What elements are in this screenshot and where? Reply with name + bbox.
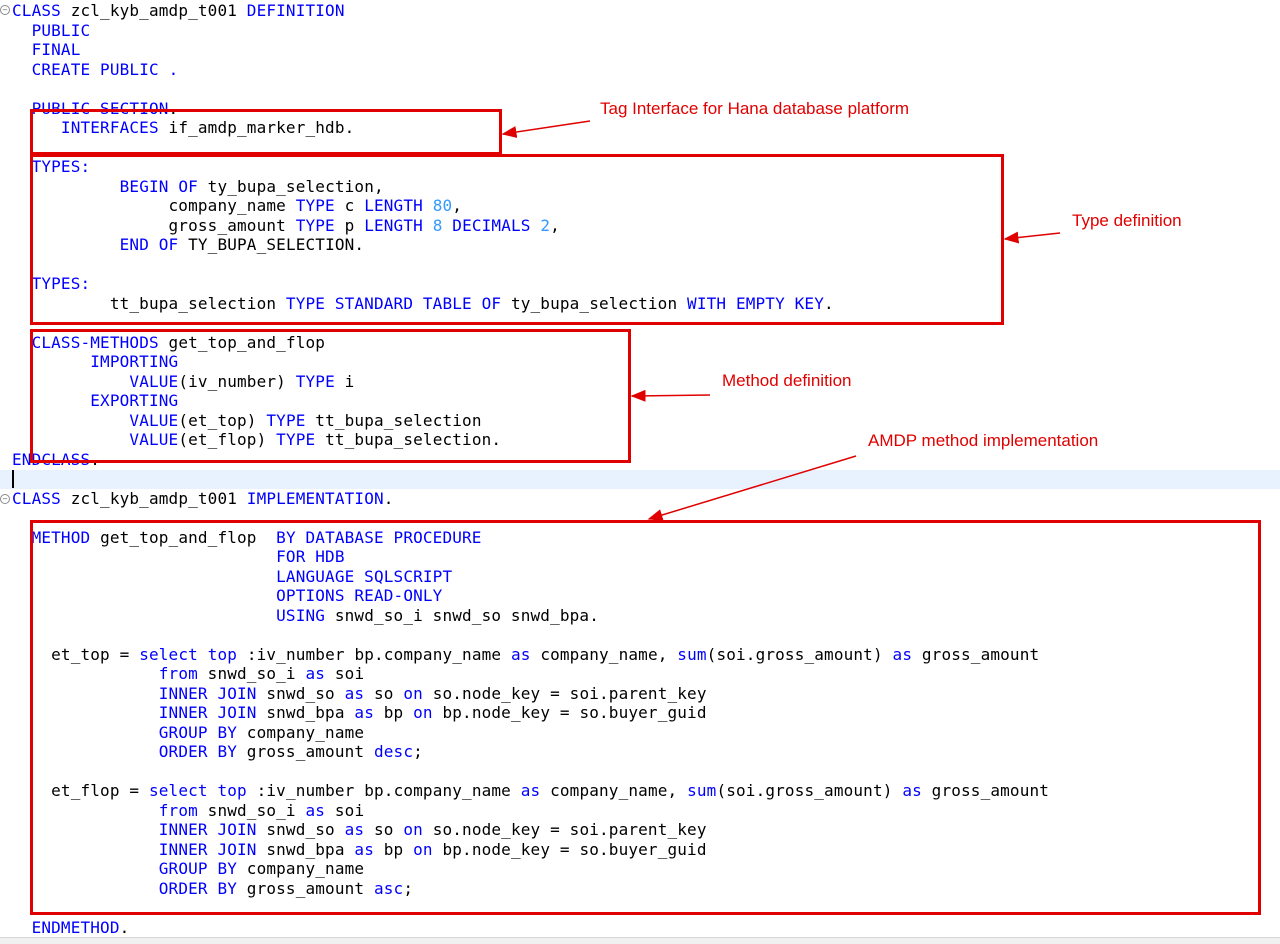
tag-interface-arrow [501,120,591,138]
method-definition-arrow [630,389,711,402]
annotation-arrows [501,120,1061,521]
type-definition-arrow [1003,231,1061,244]
abap-code-editor[interactable]: − − CLASS zcl_kyb_amdp_t001 DEFINITION P… [0,0,1280,944]
amdp-implementation-arrow [647,455,857,521]
